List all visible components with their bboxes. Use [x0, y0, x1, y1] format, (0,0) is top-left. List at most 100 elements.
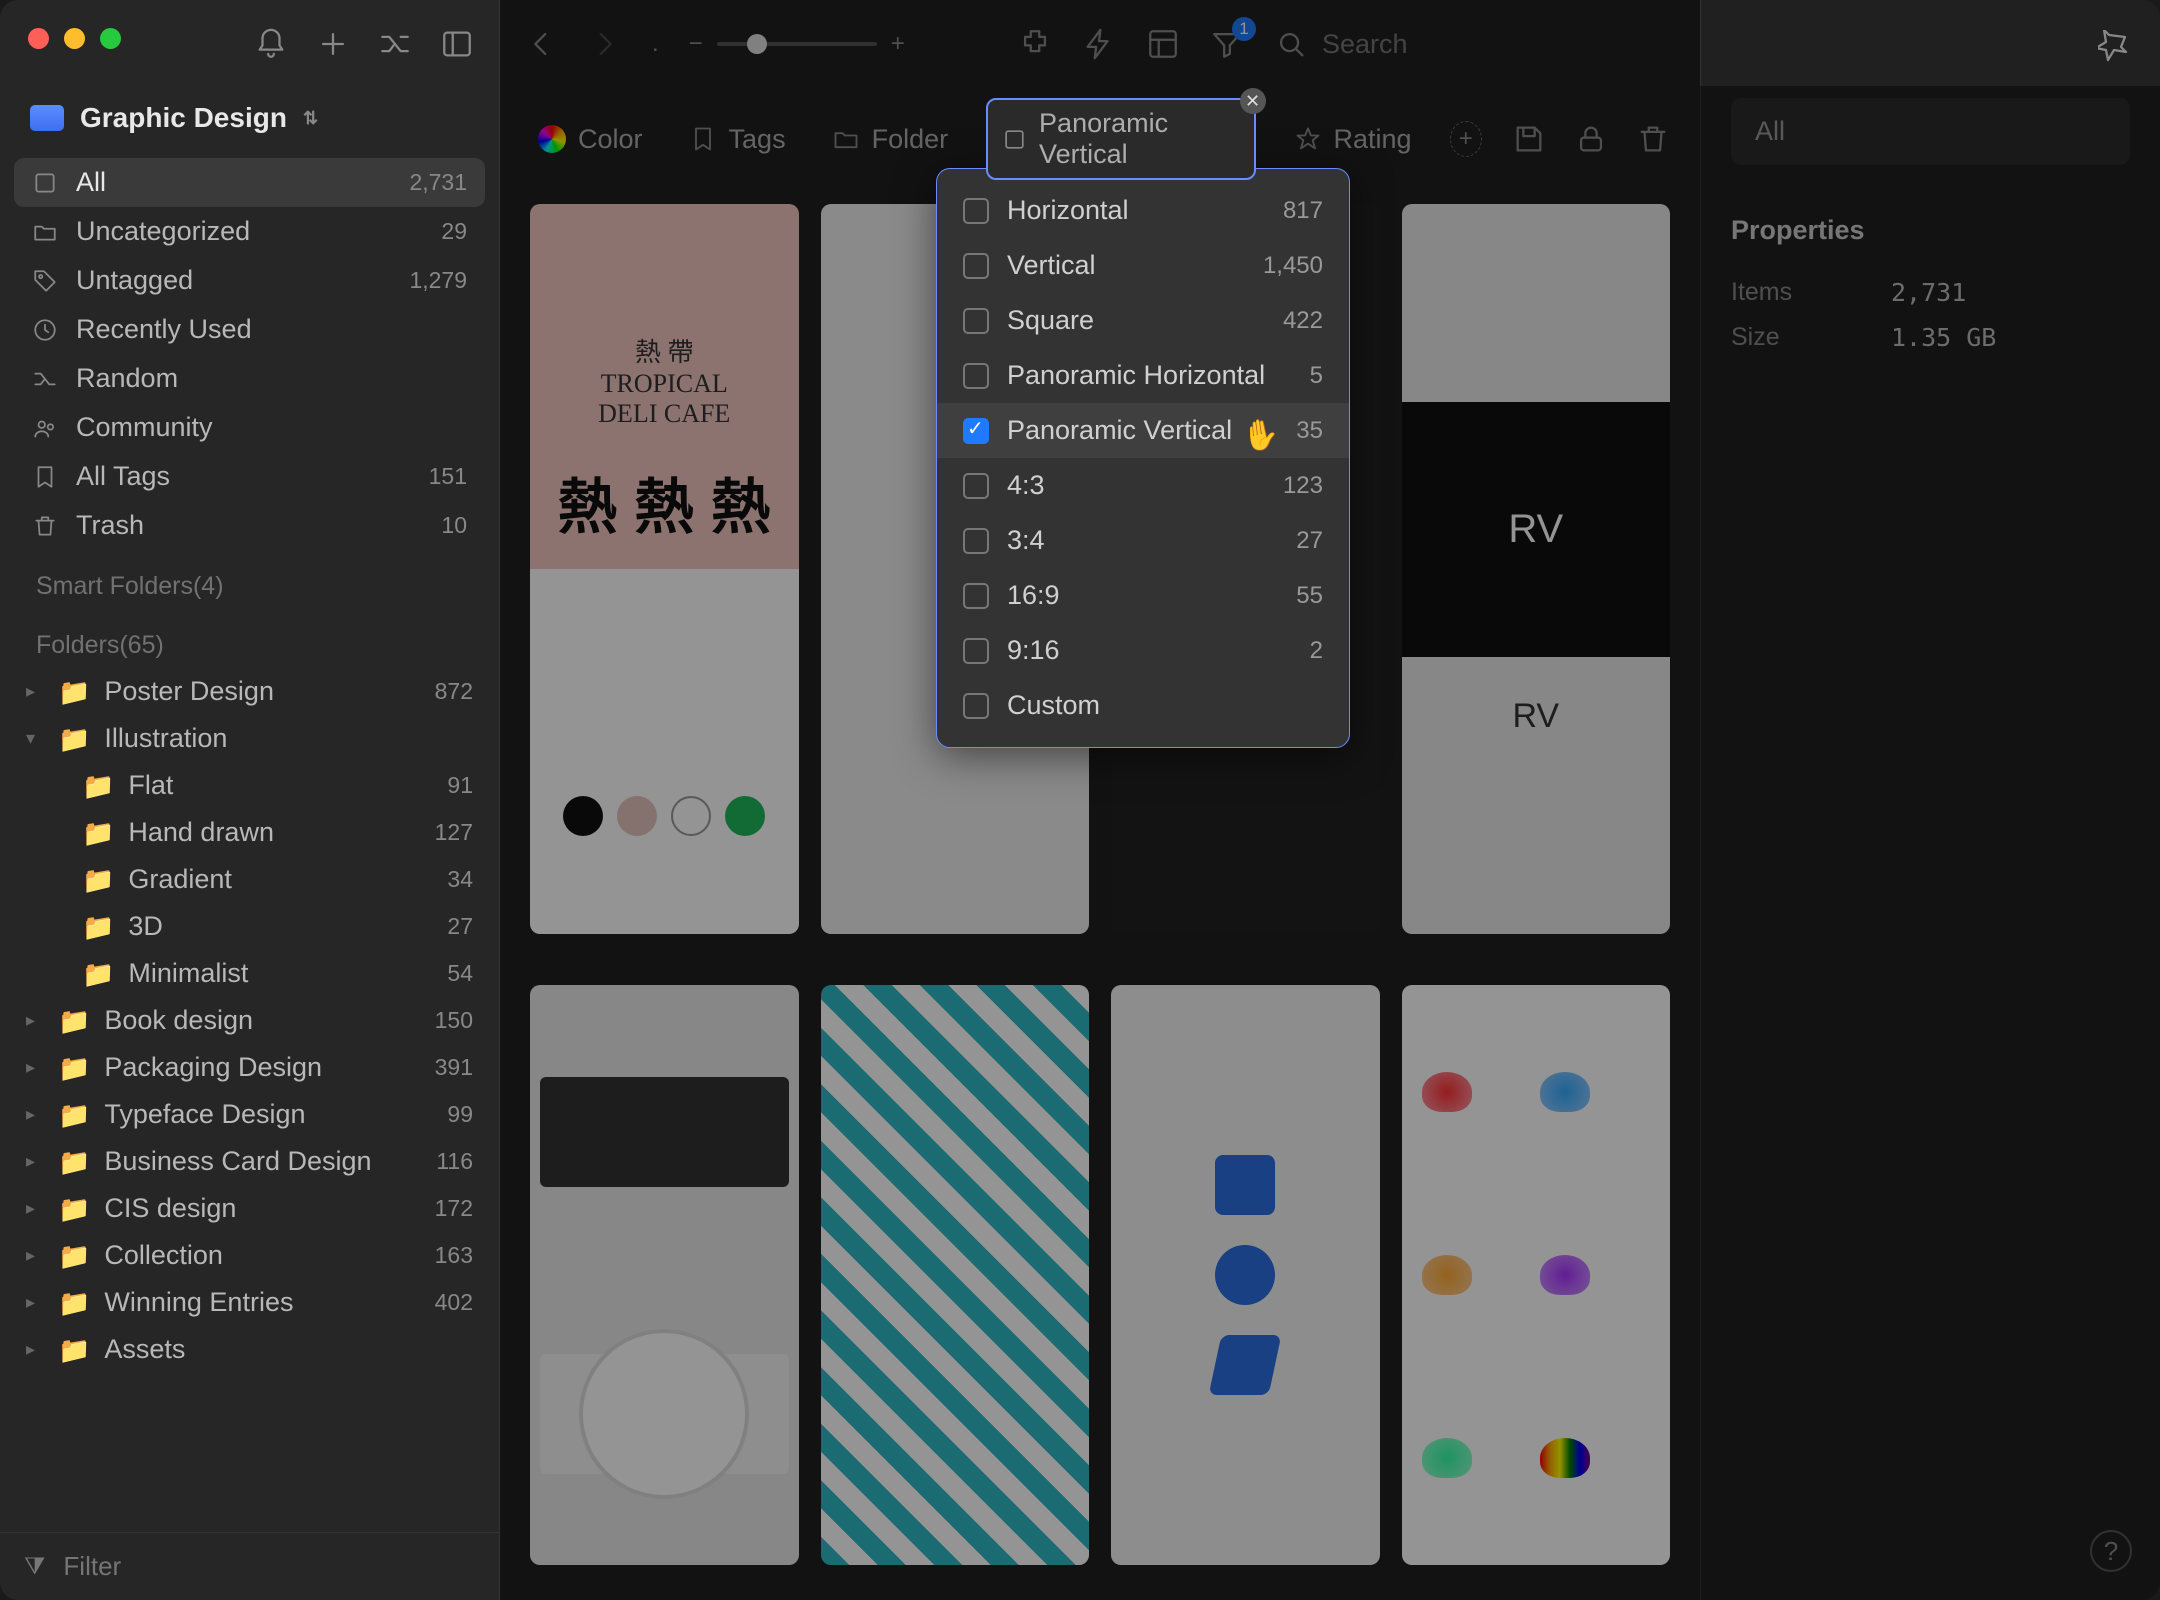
- chevron-icon[interactable]: ▸: [26, 1010, 44, 1031]
- folder-item[interactable]: ▸📁Packaging Design391: [14, 1044, 485, 1091]
- folder-item[interactable]: ▸📁CIS design172: [14, 1185, 485, 1232]
- section-smart-folders[interactable]: Smart Folders(4): [14, 550, 485, 609]
- folder-item[interactable]: 📁Hand drawn127: [14, 809, 485, 856]
- dropdown-item[interactable]: Panoramic Vertical35: [937, 403, 1349, 458]
- slider-track[interactable]: [717, 42, 877, 46]
- dropdown-item[interactable]: Custom: [937, 678, 1349, 733]
- slider-thumb[interactable]: [747, 34, 767, 54]
- sidebar-item-uncategorized[interactable]: Uncategorized 29: [14, 207, 485, 256]
- folder-item[interactable]: ▸📁Collection163: [14, 1232, 485, 1279]
- count-label: 10: [441, 512, 467, 539]
- checkbox[interactable]: [963, 638, 989, 664]
- folder-item[interactable]: 📁Gradient34: [14, 856, 485, 903]
- search-input[interactable]: [1322, 29, 1676, 60]
- sidebar-item-random[interactable]: Random: [14, 354, 485, 403]
- folder-item[interactable]: ▸📁Winning Entries402: [14, 1279, 485, 1326]
- folder-item[interactable]: ▸📁Assets: [14, 1326, 485, 1373]
- filter-chip-color[interactable]: Color: [530, 118, 651, 161]
- library-selector[interactable]: Graphic Design ⇅: [0, 88, 499, 148]
- sidebar-item-trash[interactable]: Trash 10: [14, 501, 485, 550]
- folder-item[interactable]: 📁Flat91: [14, 762, 485, 809]
- thumbnail[interactable]: [530, 985, 799, 1565]
- filter-chip-tags[interactable]: Tags: [681, 118, 794, 161]
- bell-icon[interactable]: [254, 27, 288, 61]
- lock-icon[interactable]: [1574, 122, 1608, 156]
- chevron-icon[interactable]: ▸: [26, 681, 44, 702]
- thumbnail[interactable]: RV RV: [1402, 204, 1671, 934]
- checkbox[interactable]: [963, 583, 989, 609]
- plus-icon[interactable]: [316, 27, 350, 61]
- chevron-icon[interactable]: ▸: [26, 1198, 44, 1219]
- add-filter-button[interactable]: +: [1450, 121, 1482, 157]
- thumbnail[interactable]: [1402, 985, 1671, 1565]
- dropdown-item[interactable]: 9:162: [937, 623, 1349, 678]
- sidebar-filter-input[interactable]: [63, 1551, 475, 1582]
- shuffle-icon[interactable]: [378, 27, 412, 61]
- folder-item[interactable]: ▸📁Typeface Design99: [14, 1091, 485, 1138]
- folder-item[interactable]: ▸📁Book design150: [14, 997, 485, 1044]
- checkbox[interactable]: [963, 198, 989, 224]
- checkbox[interactable]: [963, 528, 989, 554]
- filter-button[interactable]: 1: [1210, 27, 1244, 61]
- help-button[interactable]: ?: [2090, 1530, 2132, 1572]
- chevron-icon[interactable]: ▸: [26, 1292, 44, 1313]
- nav-forward-icon[interactable]: [588, 27, 622, 61]
- checkbox[interactable]: [963, 693, 989, 719]
- chevron-icon[interactable]: ▸: [26, 1339, 44, 1360]
- dropdown-item[interactable]: Square422: [937, 293, 1349, 348]
- pin-icon[interactable]: [2098, 30, 2132, 64]
- zoom-plus-icon[interactable]: +: [891, 30, 905, 58]
- dropdown-item[interactable]: 4:3123: [937, 458, 1349, 513]
- selection-all[interactable]: All: [1731, 98, 2130, 165]
- save-filter-icon[interactable]: [1512, 122, 1546, 156]
- checkbox[interactable]: [963, 363, 989, 389]
- thumbnail[interactable]: [821, 985, 1090, 1565]
- extensions-icon[interactable]: [1018, 27, 1052, 61]
- trash-icon[interactable]: [1636, 122, 1670, 156]
- zoom-slider[interactable]: − +: [689, 30, 905, 58]
- sidebar-item-untagged[interactable]: Untagged 1,279: [14, 256, 485, 305]
- folder-icon: [32, 219, 58, 245]
- checkbox[interactable]: [963, 418, 989, 444]
- dropdown-item[interactable]: 3:427: [937, 513, 1349, 568]
- minimize-window-button[interactable]: [64, 28, 85, 49]
- close-window-button[interactable]: [28, 28, 49, 49]
- checkbox[interactable]: [963, 473, 989, 499]
- chevron-icon[interactable]: ▸: [26, 1057, 44, 1078]
- search-field[interactable]: [1274, 27, 1676, 61]
- flash-icon[interactable]: [1082, 27, 1116, 61]
- chip-close-icon[interactable]: ✕: [1240, 88, 1266, 114]
- folder-item[interactable]: ▸📁Poster Design872: [14, 668, 485, 715]
- folder-item[interactable]: 📁3D27: [14, 903, 485, 950]
- dropdown-item[interactable]: Panoramic Horizontal5: [937, 348, 1349, 403]
- dropdown-item[interactable]: Vertical1,450: [937, 238, 1349, 293]
- dropdown-item[interactable]: Horizontal817: [937, 183, 1349, 238]
- sidebar-toggle-icon[interactable]: [440, 27, 474, 61]
- folder-item[interactable]: ▸📁Business Card Design116: [14, 1138, 485, 1185]
- folder-item[interactable]: 📁Minimalist54: [14, 950, 485, 997]
- nav-back-icon[interactable]: [524, 27, 558, 61]
- trash-icon: [32, 513, 58, 539]
- filter-chip-rating[interactable]: Rating: [1286, 118, 1420, 161]
- filter-chip-folder[interactable]: Folder: [824, 118, 957, 161]
- sidebar-item-recent[interactable]: Recently Used: [14, 305, 485, 354]
- dropdown-item[interactable]: 16:955: [937, 568, 1349, 623]
- layout-icon[interactable]: [1146, 27, 1180, 61]
- checkbox[interactable]: [963, 308, 989, 334]
- filter-chip-shape[interactable]: Panoramic Vertical ✕: [986, 98, 1255, 180]
- thumbnail[interactable]: 熱 帶 TROPICAL DELI CAFE 熱 熱 熱: [530, 204, 799, 934]
- thumbnail[interactable]: [1111, 985, 1380, 1565]
- zoom-minus-icon[interactable]: −: [689, 30, 703, 58]
- chevron-icon[interactable]: ▸: [26, 1151, 44, 1172]
- folder-item[interactable]: ▾📁Illustration: [14, 715, 485, 762]
- chevron-icon[interactable]: ▾: [26, 728, 44, 749]
- folder-label: Assets: [104, 1334, 185, 1365]
- fullscreen-window-button[interactable]: [100, 28, 121, 49]
- sidebar-item-community[interactable]: Community: [14, 403, 485, 452]
- chevron-icon[interactable]: ▸: [26, 1104, 44, 1125]
- sidebar-item-all[interactable]: All 2,731: [14, 158, 485, 207]
- chevron-icon[interactable]: ▸: [26, 1245, 44, 1266]
- section-folders[interactable]: Folders(65): [14, 609, 485, 668]
- checkbox[interactable]: [963, 253, 989, 279]
- sidebar-item-alltags[interactable]: All Tags 151: [14, 452, 485, 501]
